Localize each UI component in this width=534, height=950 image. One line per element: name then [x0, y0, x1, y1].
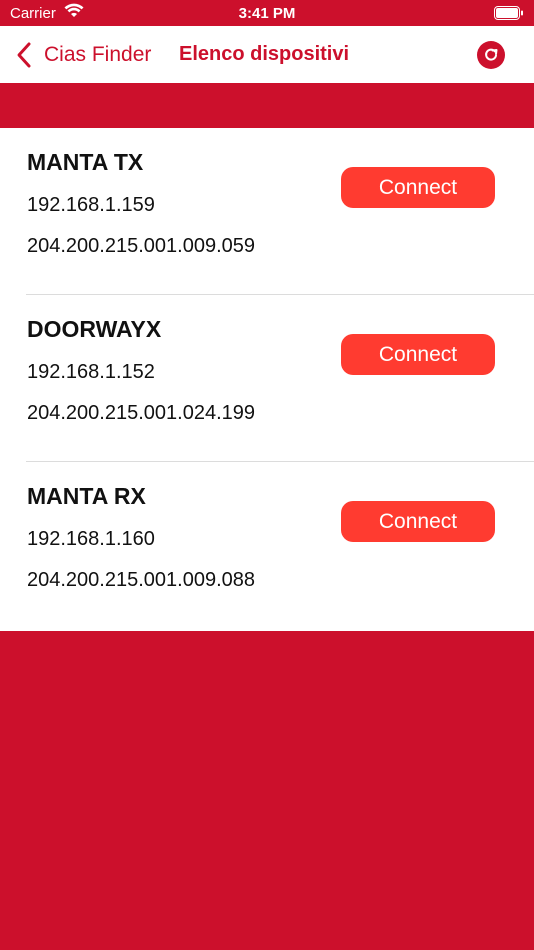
device-id: 204.200.215.001.009.088	[27, 569, 255, 591]
chevron-left-icon	[17, 42, 31, 67]
device-ip: 192.168.1.159	[27, 194, 155, 216]
device-ip: 192.168.1.160	[27, 528, 155, 550]
list-item: DOORWAYX 192.168.1.152 204.200.215.001.0…	[0, 295, 534, 462]
navigation-bar: Cias Finder Elenco dispositivi	[0, 26, 534, 83]
device-id: 204.200.215.001.009.059	[27, 235, 255, 257]
list-item: MANTA TX 192.168.1.159 204.200.215.001.0…	[0, 128, 534, 295]
status-bar: Carrier 3:41 PM	[0, 0, 534, 26]
back-label: Cias Finder	[44, 42, 152, 66]
back-button[interactable]: Cias Finder	[14, 26, 151, 83]
device-name: MANTA TX	[27, 149, 144, 175]
refresh-icon	[485, 48, 498, 61]
device-list: MANTA TX 192.168.1.159 204.200.215.001.0…	[0, 128, 534, 631]
device-ip: 192.168.1.152	[27, 361, 155, 383]
status-time: 3:41 PM	[238, 5, 296, 22]
refresh-button[interactable]	[477, 41, 505, 69]
device-id: 204.200.215.001.024.199	[27, 402, 255, 424]
device-name: DOORWAYX	[27, 316, 162, 342]
connect-button[interactable]: Connect	[341, 334, 495, 375]
page-title: Elenco dispositivi	[179, 43, 350, 65]
device-name: MANTA RX	[27, 483, 146, 509]
battery-icon	[494, 6, 524, 24]
connect-button[interactable]: Connect	[341, 167, 495, 208]
list-item: MANTA RX 192.168.1.160 204.200.215.001.0…	[0, 462, 534, 629]
connect-button[interactable]: Connect	[341, 501, 495, 542]
